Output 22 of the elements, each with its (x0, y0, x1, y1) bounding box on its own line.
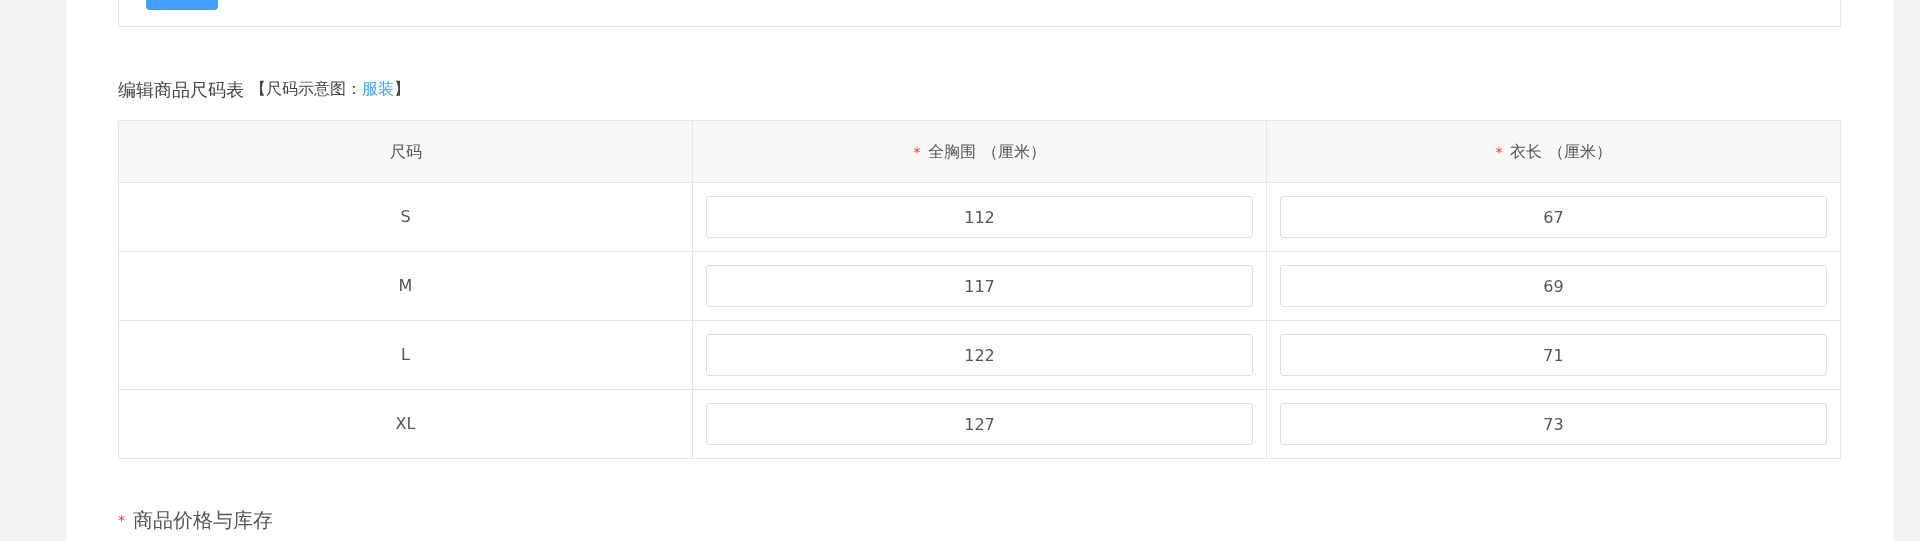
required-mark: * (118, 510, 125, 530)
table-cell: L (118, 320, 693, 390)
column-header: 全胸围 （厘米） (928, 141, 1046, 161)
input-field[interactable]: 112 (706, 196, 1253, 238)
table-cell: M (118, 251, 693, 321)
upload-button[interactable] (146, 0, 218, 10)
table-cell: XL (118, 389, 693, 459)
required-mark: * (1495, 143, 1503, 160)
table-cell: S (118, 182, 693, 252)
column-header: 尺码 (389, 141, 422, 161)
input-field[interactable]: 69 (1280, 265, 1827, 307)
input-field[interactable]: 122 (706, 334, 1253, 376)
section-heading: 商品价格与库存 (133, 507, 273, 534)
required-mark: * (913, 143, 921, 160)
hint-text: 【尺码示意图：服装】 (250, 78, 410, 100)
column-header: 衣长 （厘米） (1510, 141, 1612, 161)
input-field[interactable]: 127 (706, 403, 1253, 445)
input-field[interactable]: 117 (706, 265, 1253, 307)
section-title: 编辑商品尺码表 (118, 77, 244, 102)
input-field[interactable]: 73 (1280, 403, 1827, 445)
input-field[interactable]: 67 (1280, 196, 1827, 238)
input-field[interactable]: 71 (1280, 334, 1827, 376)
